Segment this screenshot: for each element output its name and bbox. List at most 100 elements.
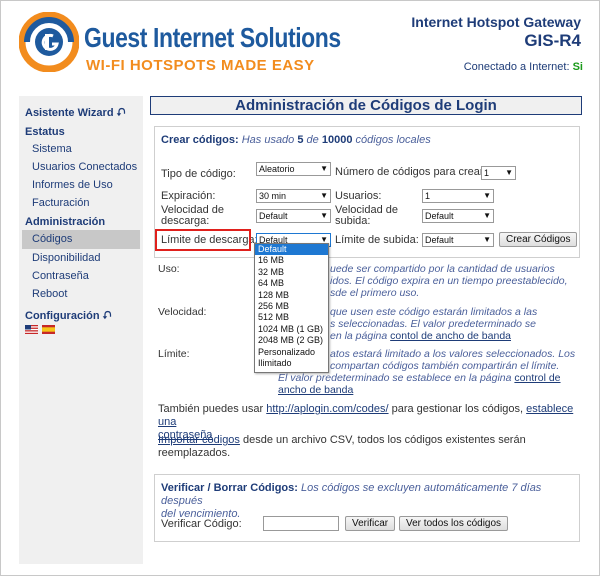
lim-link-2[interactable]: ancho de banda [278, 384, 353, 396]
us-flag-icon[interactable] [25, 325, 38, 334]
crear-codigos-button[interactable]: Crear Códigos [499, 232, 578, 247]
sidebar-item-usuarios[interactable]: Usuarios Conectados [19, 158, 143, 176]
lim-text: atos estará limitado a los valores selec… [330, 348, 575, 372]
sidebar-item-disponibilidad[interactable]: Disponibilidad [19, 249, 143, 267]
main-content: Administración de Códigos de Login Crear… [150, 96, 582, 542]
uso-text-2: idos. El código expira en un tiempo pree… [330, 275, 568, 287]
import-link[interactable]: Importar códigos [158, 434, 240, 446]
import-desc: desde un archivo CSV, todos los códigos … [243, 434, 526, 446]
product-model: GIS-R4 [524, 31, 581, 50]
crear-info-post: códigos locales [355, 134, 431, 146]
usuarios-label: Usuarios: [335, 190, 382, 202]
numero-label: Número de códigos para crear: [335, 166, 487, 178]
lim-link-1[interactable]: control de [514, 372, 560, 384]
dropdown-option[interactable]: 16 MB [255, 255, 328, 266]
verificar-button[interactable]: Verificar [345, 516, 396, 531]
lim-text-3: El valor predeterminado se establece en … [278, 372, 512, 384]
crear-total-count: 10000 [321, 134, 353, 146]
page-title: Administración de Códigos de Login [150, 96, 582, 115]
brand-name: Guest Internet Solutions [84, 22, 341, 53]
verificar-panel: Verificar / Borrar Códigos: Los códigos … [154, 474, 580, 542]
lim-subida-value: Default [425, 235, 454, 245]
dropdown-option[interactable]: 128 MB [255, 290, 328, 301]
product-line: Internet Hotspot Gateway [411, 14, 581, 30]
chevron-down-icon: ▼ [320, 211, 328, 220]
chevron-down-icon: ⮏ [116, 107, 126, 119]
usuarios-value: 1 [425, 191, 431, 201]
crear-info-mid: de [306, 134, 319, 146]
dropdown-option[interactable]: Ilimitado [255, 358, 328, 369]
crear-info-pre: Has usado [241, 134, 295, 146]
uso-text-1: uede ser compartido por la cantidad de u… [330, 263, 555, 275]
also-mid: para gestionar los códigos, [391, 403, 524, 415]
highlight-box [155, 229, 251, 251]
verificar-code-label: Verificar Código: [161, 518, 242, 530]
vel-text: que usen este código estarán limitados a… [330, 306, 537, 342]
uso-text: uede ser compartido por la cantidad de u… [330, 263, 568, 299]
lim-text-1: atos estará limitado a los valores selec… [330, 348, 576, 360]
lim-subida-label: Límite de subida: [335, 234, 419, 246]
dropdown-option[interactable]: Default [255, 244, 328, 256]
vel-text-1: que usen este código estarán limitados a… [330, 306, 538, 318]
vel-descarga-label: Velocidad de descarga: [161, 204, 224, 227]
aplogin-link[interactable]: http://aplogin.com/codes/ [266, 403, 388, 415]
sidebar-wizard[interactable]: Asistente Wizard ⮏ [19, 100, 143, 119]
lim-text-lower: El valor predeterminado se establece en … [278, 372, 561, 396]
vel-subida-value: Default [425, 211, 454, 221]
tipo-select[interactable]: Aleatorio ▼ [256, 162, 331, 176]
sidebar: Asistente Wizard ⮏ Estatus Sistema Usuar… [19, 96, 143, 564]
vel-text-3: en la página [330, 330, 388, 342]
sidebar-head-estatus: Estatus [25, 126, 65, 138]
chevron-down-icon: ▼ [320, 191, 328, 200]
numero-value: 1 [484, 168, 490, 178]
chevron-down-icon: ▼ [320, 164, 328, 173]
sidebar-item-contrasena[interactable]: Contraseña [19, 267, 143, 285]
connection-value: Si [572, 61, 583, 73]
chevron-down-icon: ▼ [483, 191, 491, 200]
dropdown-option[interactable]: 32 MB [255, 267, 328, 278]
connection-label: Conectado a Internet: [463, 61, 570, 73]
lim-subida-select[interactable]: Default ▼ [422, 233, 494, 247]
dropdown-option[interactable]: 1024 MB (1 GB) [255, 324, 328, 335]
uso-text-3: sde el primero uso. [330, 287, 420, 299]
sidebar-item-reboot[interactable]: Reboot [19, 285, 143, 303]
spain-flag-icon[interactable] [42, 325, 55, 334]
dropdown-option[interactable]: 2048 MB (2 GB) [255, 335, 328, 346]
numero-select[interactable]: 1 ▼ [481, 166, 516, 180]
vel-label: Velocidad: [158, 306, 207, 318]
chevron-down-icon: ▼ [483, 235, 491, 244]
sidebar-config-label: Configuración [25, 310, 100, 322]
sidebar-item-codigos[interactable]: Códigos [22, 230, 140, 249]
chevron-down-icon: ▼ [505, 168, 513, 177]
verificar-code-input[interactable] [263, 516, 339, 531]
tipo-value: Aleatorio [259, 164, 295, 174]
sidebar-item-sistema[interactable]: Sistema [19, 140, 143, 158]
sidebar-head-admin: Administración [25, 216, 106, 228]
dropdown-option[interactable]: 256 MB [255, 301, 328, 312]
lim-label: Límite: [158, 348, 190, 360]
dropdown-option[interactable]: 512 MB [255, 312, 328, 323]
dropdown-option[interactable]: 64 MB [255, 278, 328, 289]
chevron-down-icon: ▼ [483, 211, 491, 220]
limite-descarga-dropdown[interactable]: Default 16 MB 32 MB 64 MB 128 MB 256 MB … [254, 243, 329, 373]
ver-todos-button[interactable]: Ver todos los códigos [399, 516, 509, 531]
vel-descarga-select[interactable]: Default ▼ [256, 209, 331, 223]
also-pre: También puedes usar [158, 403, 264, 415]
sidebar-item-facturacion[interactable]: Facturación [19, 194, 143, 212]
crear-header: Crear códigos: Has usado 5 de 10000 códi… [161, 134, 431, 146]
usuarios-select[interactable]: 1 ▼ [422, 189, 494, 203]
chevron-down-icon: ⮏ [102, 310, 112, 322]
lim-text-2: compartan códigos también compartirán el… [330, 360, 560, 372]
sidebar-item-informes[interactable]: Informes de Uso [19, 176, 143, 194]
crear-title: Crear códigos: [161, 134, 239, 146]
sidebar-wizard-label: Asistente Wizard [25, 107, 114, 119]
expiracion-select[interactable]: 30 min ▼ [256, 189, 331, 203]
connection-status: Conectado a Internet: Si [464, 61, 583, 73]
import-text: Importar códigos desde un archivo CSV, t… [158, 434, 578, 460]
uso-label: Uso: [158, 263, 180, 275]
sidebar-config[interactable]: Configuración ⮏ [19, 303, 143, 322]
vel-link[interactable]: contol de ancho de banda [390, 330, 511, 342]
vel-subida-select[interactable]: Default ▼ [422, 209, 494, 223]
expiracion-value: 30 min [259, 191, 287, 201]
dropdown-option[interactable]: Personalizado [255, 347, 328, 358]
